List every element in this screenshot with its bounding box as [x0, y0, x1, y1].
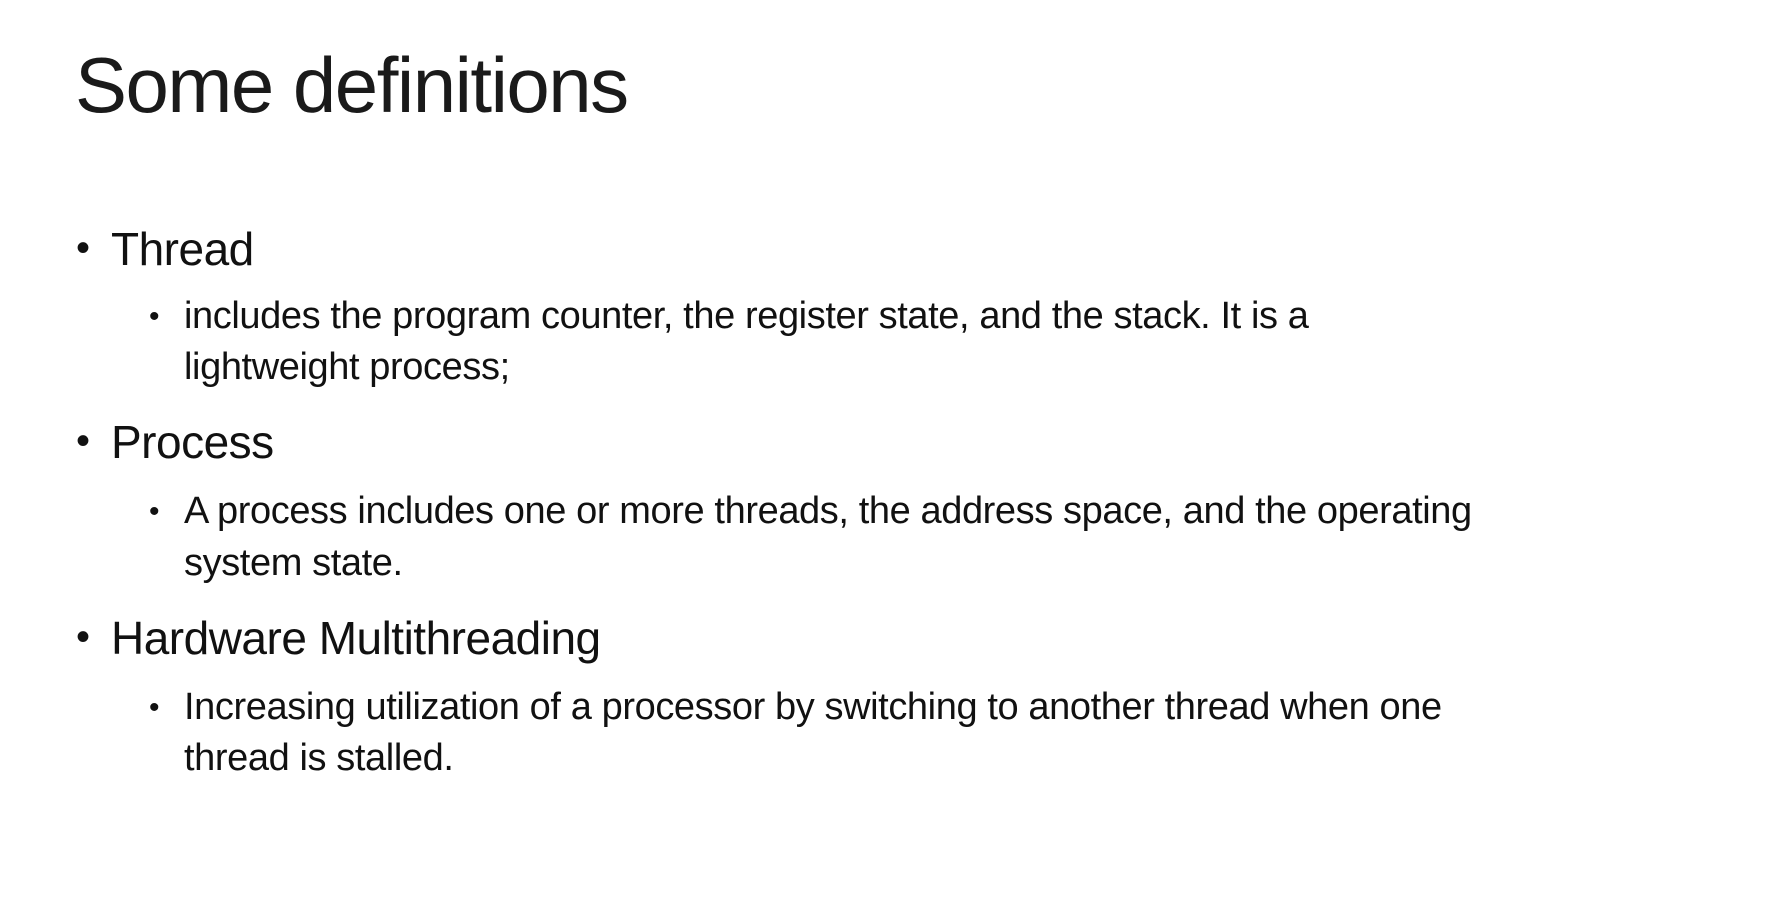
bullet-icon: • [76, 226, 91, 270]
sub-bullet-icon: • [149, 495, 160, 528]
definition-thread-line-2: lightweight process; [184, 346, 510, 388]
definition-thread-line-1: includes the program counter, the regist… [184, 295, 1309, 337]
term-process: Process [111, 416, 274, 468]
definition-hm-line-1: Increasing utilization of a processor by… [184, 686, 1442, 728]
slide-title: Some definitions [75, 41, 629, 129]
definition-process-line-1: A process includes one or more threads, … [184, 490, 1472, 532]
definition-hm-line-2: thread is stalled. [184, 737, 454, 779]
sub-bullet-icon: • [149, 300, 160, 333]
bullet-icon: • [76, 615, 91, 659]
sub-bullet-icon: • [149, 691, 160, 724]
term-hardware-multithreading: Hardware Multithreading [111, 612, 601, 664]
term-thread: Thread [111, 223, 254, 275]
definition-process-line-2: system state. [184, 542, 403, 584]
bullet-icon: • [76, 419, 91, 463]
